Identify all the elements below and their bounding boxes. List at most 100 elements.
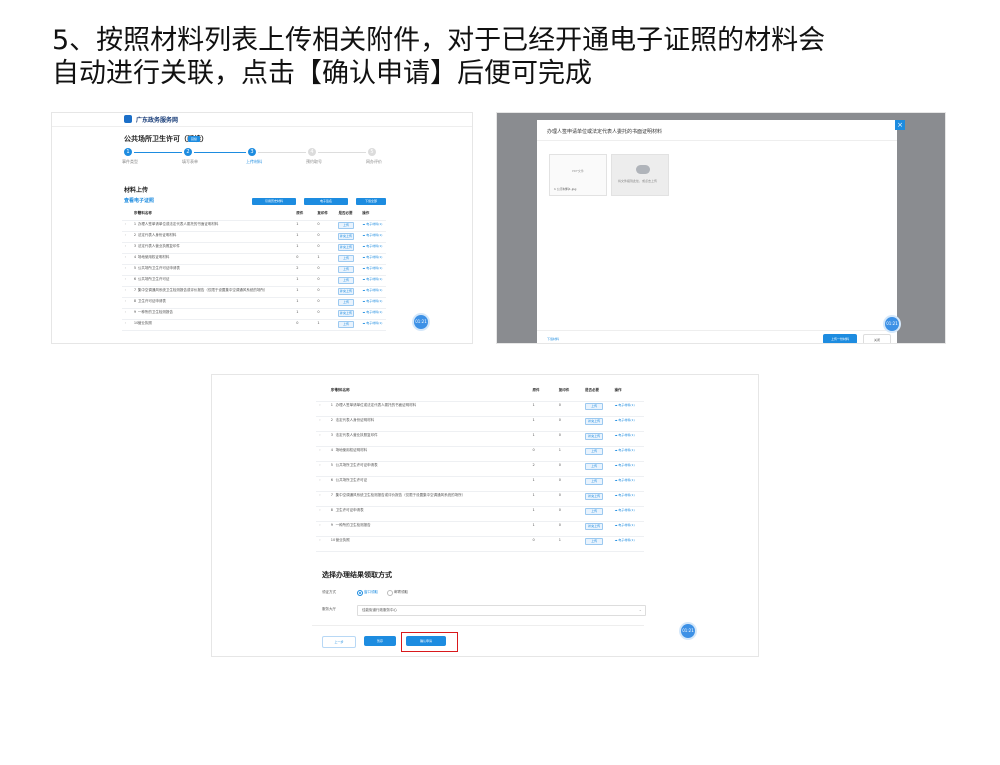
upload-button[interactable]: 上传: [584, 463, 604, 470]
upload-button[interactable]: 上传: [584, 478, 604, 485]
e-material-link[interactable]: ☁ 电子材料(1): [362, 277, 382, 281]
upload-dropzone[interactable]: 将文件拖到此处，或点击上传: [611, 154, 669, 196]
original-count: 0: [532, 448, 535, 452]
chevron-right-icon: ›: [319, 403, 321, 407]
option-window: 窗口领取: [364, 590, 378, 594]
ecert-link[interactable]: 查看电子证照: [124, 197, 154, 204]
e-material-link[interactable]: ☁ 电子材料(1): [614, 448, 634, 452]
upload-button[interactable]: 上传: [584, 403, 604, 410]
upload-button[interactable]: 补充上传: [584, 418, 604, 425]
hall-select[interactable]: 佳能街道行政服务中心 ⌄: [357, 605, 646, 616]
row-number: 7: [133, 288, 137, 292]
chevron-right-icon: ›: [319, 418, 321, 422]
chevron-down-icon: ⌄: [638, 607, 642, 612]
original-count: 1: [532, 418, 535, 422]
e-material-link[interactable]: ☁ 电子材料(1): [362, 244, 382, 248]
upload-button[interactable]: 补充上传: [584, 493, 604, 500]
e-material-link[interactable]: ☁ 电子材料(1): [362, 255, 382, 259]
reuse-materials-button[interactable]: 引用历史材料: [252, 198, 296, 205]
e-material-link[interactable]: ☁ 电子材料(1): [614, 493, 634, 497]
e-material-link[interactable]: ☁ 电子材料(1): [614, 508, 634, 512]
upload-button[interactable]: 上传: [338, 277, 354, 284]
step-3-label: 上传材料: [246, 159, 262, 164]
chevron-right-icon: ›: [124, 255, 127, 259]
chevron-right-icon: ›: [319, 493, 321, 497]
material-name: 办理人签单请单位或法定代表人委托的书面证明材料: [335, 403, 417, 407]
chevron-right-icon: ›: [124, 321, 127, 325]
material-name: 营业执照: [335, 538, 350, 542]
uploaded-file-card[interactable]: PDF文件 1 公示材料1.jpg: [549, 154, 607, 196]
close-icon[interactable]: ×: [895, 120, 905, 130]
upload-button[interactable]: 补充上传: [584, 433, 604, 440]
floating-timer-button-3[interactable]: 01:21: [681, 624, 695, 638]
step-4-dot: 4: [308, 148, 316, 156]
e-material-link[interactable]: ☁ 电子材料(1): [614, 538, 634, 542]
copy-count: 0: [558, 463, 561, 467]
table-row: › 6 公共场所卫生许可证 1 0 上传 ☁ 电子材料(1): [316, 476, 644, 492]
sign-button[interactable]: 电子签名: [304, 198, 348, 205]
instruction-caption: 5、按照材料列表上传相关附件，对于已经开通电子证照的材料会 自动进行关联，点击【…: [52, 24, 952, 90]
save-draft-button[interactable]: 暂存: [364, 636, 396, 646]
download-all-button[interactable]: 下载全部: [356, 198, 386, 205]
e-material-link[interactable]: ☁ 电子材料(1): [362, 321, 382, 325]
modal-close-button[interactable]: 关闭: [863, 334, 891, 343]
modal-confirm-button[interactable]: 上传一份材料: [823, 334, 857, 343]
chevron-right-icon: ›: [319, 478, 321, 482]
prev-step-button[interactable]: 上一步: [322, 636, 356, 648]
highlight-box: [401, 632, 458, 652]
e-material-link[interactable]: ☁ 电子材料(1): [614, 403, 634, 407]
site-header: 广东政务服务网: [52, 113, 472, 127]
material-name: 集中空调通风系统卫生检测报告或评价报告（仅限于设置集中空调通风系统的场所）: [137, 288, 268, 292]
material-name: 公共场所卫生许可证: [137, 277, 170, 281]
radio-window[interactable]: [357, 590, 363, 596]
e-material-link[interactable]: ☁ 电子材料(1): [614, 478, 634, 482]
download-materials-link[interactable]: 下载材料: [547, 337, 559, 341]
e-material-link[interactable]: ☁ 电子材料(1): [362, 222, 382, 226]
e-material-link[interactable]: ☁ 电子材料(1): [362, 310, 382, 314]
pickup-method-group: 窗口领取 邮寄领取: [357, 589, 477, 596]
original-count: 0: [296, 255, 299, 259]
e-material-link[interactable]: ☁ 电子材料(1): [614, 463, 634, 467]
upload-button[interactable]: 上传: [584, 508, 604, 515]
chevron-right-icon: ›: [124, 277, 127, 281]
row-number: 6: [133, 277, 137, 281]
material-name: 法定代表人营业执照复印件: [137, 244, 180, 248]
column-header: 操作: [614, 388, 622, 392]
upload-button[interactable]: 上传: [338, 255, 354, 262]
e-material-link[interactable]: ☁ 电子材料(1): [362, 288, 382, 292]
e-material-link[interactable]: ☁ 电子材料(1): [362, 266, 382, 270]
upload-button[interactable]: 补充上传: [338, 244, 354, 251]
upload-button[interactable]: 补充上传: [338, 288, 354, 295]
e-material-link[interactable]: ☁ 电子材料(1): [362, 299, 382, 303]
e-material-link[interactable]: ☁ 电子材料(1): [362, 233, 382, 237]
upload-button[interactable]: 上传: [338, 266, 354, 273]
upload-button[interactable]: 上传: [584, 538, 604, 545]
radio-mail[interactable]: [387, 590, 393, 596]
e-material-link[interactable]: ☁ 电子材料(1): [614, 433, 634, 437]
chevron-right-icon: ›: [124, 244, 127, 248]
chevron-right-icon: ›: [319, 448, 321, 452]
upload-button[interactable]: 上传: [338, 321, 354, 328]
table-row: › 10 营业执照 0 1 上传 ☁ 电子材料(1): [316, 536, 644, 552]
materials-section-title: 材料上传: [124, 187, 149, 194]
floating-timer-button-2[interactable]: 01:21: [885, 317, 899, 331]
step-5-label: 网办评价: [366, 159, 382, 164]
material-name: 营业执照: [137, 321, 152, 325]
row-number: 4: [133, 255, 137, 259]
upload-button[interactable]: 上传: [338, 299, 354, 306]
upload-button[interactable]: 补充上传: [338, 310, 354, 317]
copy-count: 0: [558, 493, 561, 497]
row-number: 9: [133, 310, 137, 314]
e-material-link[interactable]: ☁ 电子材料(1): [614, 418, 634, 422]
row-number: 3: [330, 433, 333, 437]
upload-button[interactable]: 上传: [584, 448, 604, 455]
row-number: 2: [133, 233, 137, 237]
copy-count: 0: [558, 478, 561, 482]
upload-button[interactable]: 上传: [338, 222, 354, 229]
table-row: › 9 一种所的卫生检测报告 1 0 补充上传 ☁ 电子材料(1): [316, 521, 644, 537]
chevron-right-icon: ›: [124, 222, 127, 226]
e-material-link[interactable]: ☁ 电子材料(1): [614, 523, 634, 527]
floating-timer-button[interactable]: 01:21: [414, 315, 428, 329]
upload-button[interactable]: 补充上传: [338, 233, 354, 240]
upload-button[interactable]: 补充上传: [584, 523, 604, 530]
